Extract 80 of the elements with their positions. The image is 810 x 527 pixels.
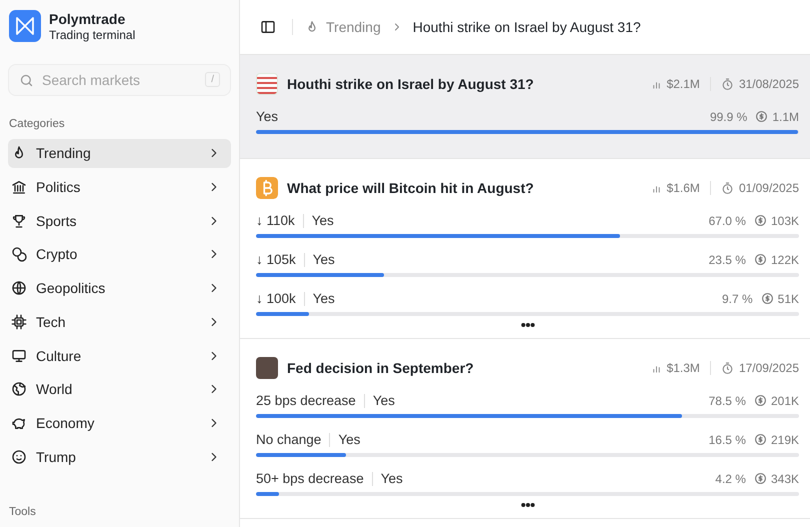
end-date: 17/09/2025 (738, 361, 799, 375)
smiley-icon (11, 448, 27, 465)
logo-icon (9, 10, 41, 42)
category-item[interactable]: Politics (8, 172, 231, 202)
monitor-icon (11, 348, 27, 364)
globe-icon (11, 381, 27, 398)
category-item[interactable]: Economy (8, 408, 231, 438)
breadcrumb-link[interactable]: Trending (305, 19, 381, 35)
outcome-amount: 51K (778, 292, 799, 306)
category-item[interactable]: Sports (8, 206, 231, 236)
category-item[interactable]: World (8, 374, 231, 404)
outcome-percent: 23.5 % (708, 252, 746, 266)
shortcut-key: / (205, 72, 220, 87)
outcome-label: ↓ 100k (256, 291, 296, 306)
timer-icon (720, 182, 734, 194)
dollar-coin-icon (754, 394, 767, 407)
market-title: Houthi strike on Israel by August 31? (287, 76, 535, 92)
photo-placeholder (256, 357, 278, 379)
market-card[interactable]: What price will Bitcoin hit in August? $1.6M 01/09/2025 ↓ 110k Yes 67.0 % 103K ↓ 105k Yes 23.5 % 122K ↓ 100k Yes 9.7 % 51K (240, 159, 810, 339)
category-item[interactable]: Crypto (8, 240, 231, 269)
volume-text: $1.6M (666, 181, 700, 195)
category-item[interactable]: Trending (8, 139, 231, 168)
bitcoin-icon (256, 177, 278, 199)
outcome-side: Yes (312, 252, 335, 267)
outcome-amount: 343K (770, 472, 799, 486)
outcome-label: 50+ bps decrease (256, 471, 364, 486)
app-name: Polymtrade (49, 10, 126, 26)
globe-icon (11, 280, 27, 296)
category-item[interactable]: Trump (8, 442, 231, 472)
market-card[interactable]: Fed decision in September? $1.3M 17/09/2025 25 bps decrease Yes 78.5 % 201K No change Yes 16.5 % 219K 50+ bps decrease Yes 4.2 % 343K (240, 339, 810, 519)
outcome-label: Yes (256, 109, 278, 124)
chip-icon (11, 314, 27, 330)
outcome-amount: 1.1M (772, 110, 799, 124)
section-title: Tools (9, 506, 37, 518)
outcome-amount: 103K (770, 214, 799, 228)
market-title: Fed decision in September? (287, 360, 475, 376)
category-item[interactable]: Culture (8, 341, 231, 370)
dollar-coin-icon (760, 292, 774, 305)
dollar-coin-icon (754, 253, 767, 266)
market-title: What price will Bitcoin hit in August? (287, 180, 535, 196)
outcome-percent: 9.7 % (722, 292, 753, 306)
outcome-amount: 201K (770, 394, 799, 408)
timer-icon (720, 362, 734, 374)
category-item[interactable]: Tech (8, 308, 231, 336)
outcome-percent: 99.9 % (710, 110, 748, 124)
outcome-side: Yes (312, 213, 334, 228)
end-date: 01/09/2025 (738, 181, 799, 195)
search-icon (19, 73, 34, 88)
outcome-percent: 67.0 % (708, 214, 746, 228)
trophy-icon (11, 212, 27, 229)
outcome-side: Yes (338, 432, 360, 447)
outcome-label: ↓ 105k (256, 252, 296, 267)
outcome-amount: 122K (770, 252, 799, 266)
coins-icon (11, 246, 27, 262)
volume-text: $2.1M (666, 77, 700, 91)
outcome-label: 25 bps decrease (256, 393, 356, 408)
dollar-coin-icon (755, 110, 768, 123)
outcome-label: ↓ 110k (256, 213, 295, 228)
bank-icon (11, 179, 27, 196)
dollar-coin-icon (754, 472, 767, 485)
dollar-coin-icon (754, 433, 767, 446)
outcome-label: No change (256, 432, 322, 447)
end-date: 31/08/2025 (738, 77, 799, 91)
outcome-percent: 78.5 % (708, 394, 746, 408)
category-item[interactable]: Geopolitics (8, 274, 231, 303)
outcome-percent: 4.2 % (715, 472, 746, 486)
app-subtitle: Trading terminal (49, 28, 136, 42)
market-card[interactable]: Houthi strike on Israel by August 31? $2.1M 31/08/2025 Yes 99.9 % 1.1M (240, 55, 810, 159)
outcome-percent: 16.5 % (708, 432, 746, 446)
volume-text: $1.3M (666, 361, 700, 375)
breadcrumb-current: Houthi strike on Israel by August 31? (412, 19, 641, 35)
outcome-side: Yes (380, 471, 403, 486)
flag-image (256, 73, 278, 95)
outcome-side: Yes (372, 393, 395, 408)
dollar-coin-icon (754, 214, 767, 227)
timer-icon (720, 78, 734, 90)
outcome-side: Yes (312, 291, 335, 306)
outcome-amount: 219K (770, 432, 799, 446)
section-title: Categories (9, 118, 66, 130)
sidebar-icon (260, 19, 276, 35)
